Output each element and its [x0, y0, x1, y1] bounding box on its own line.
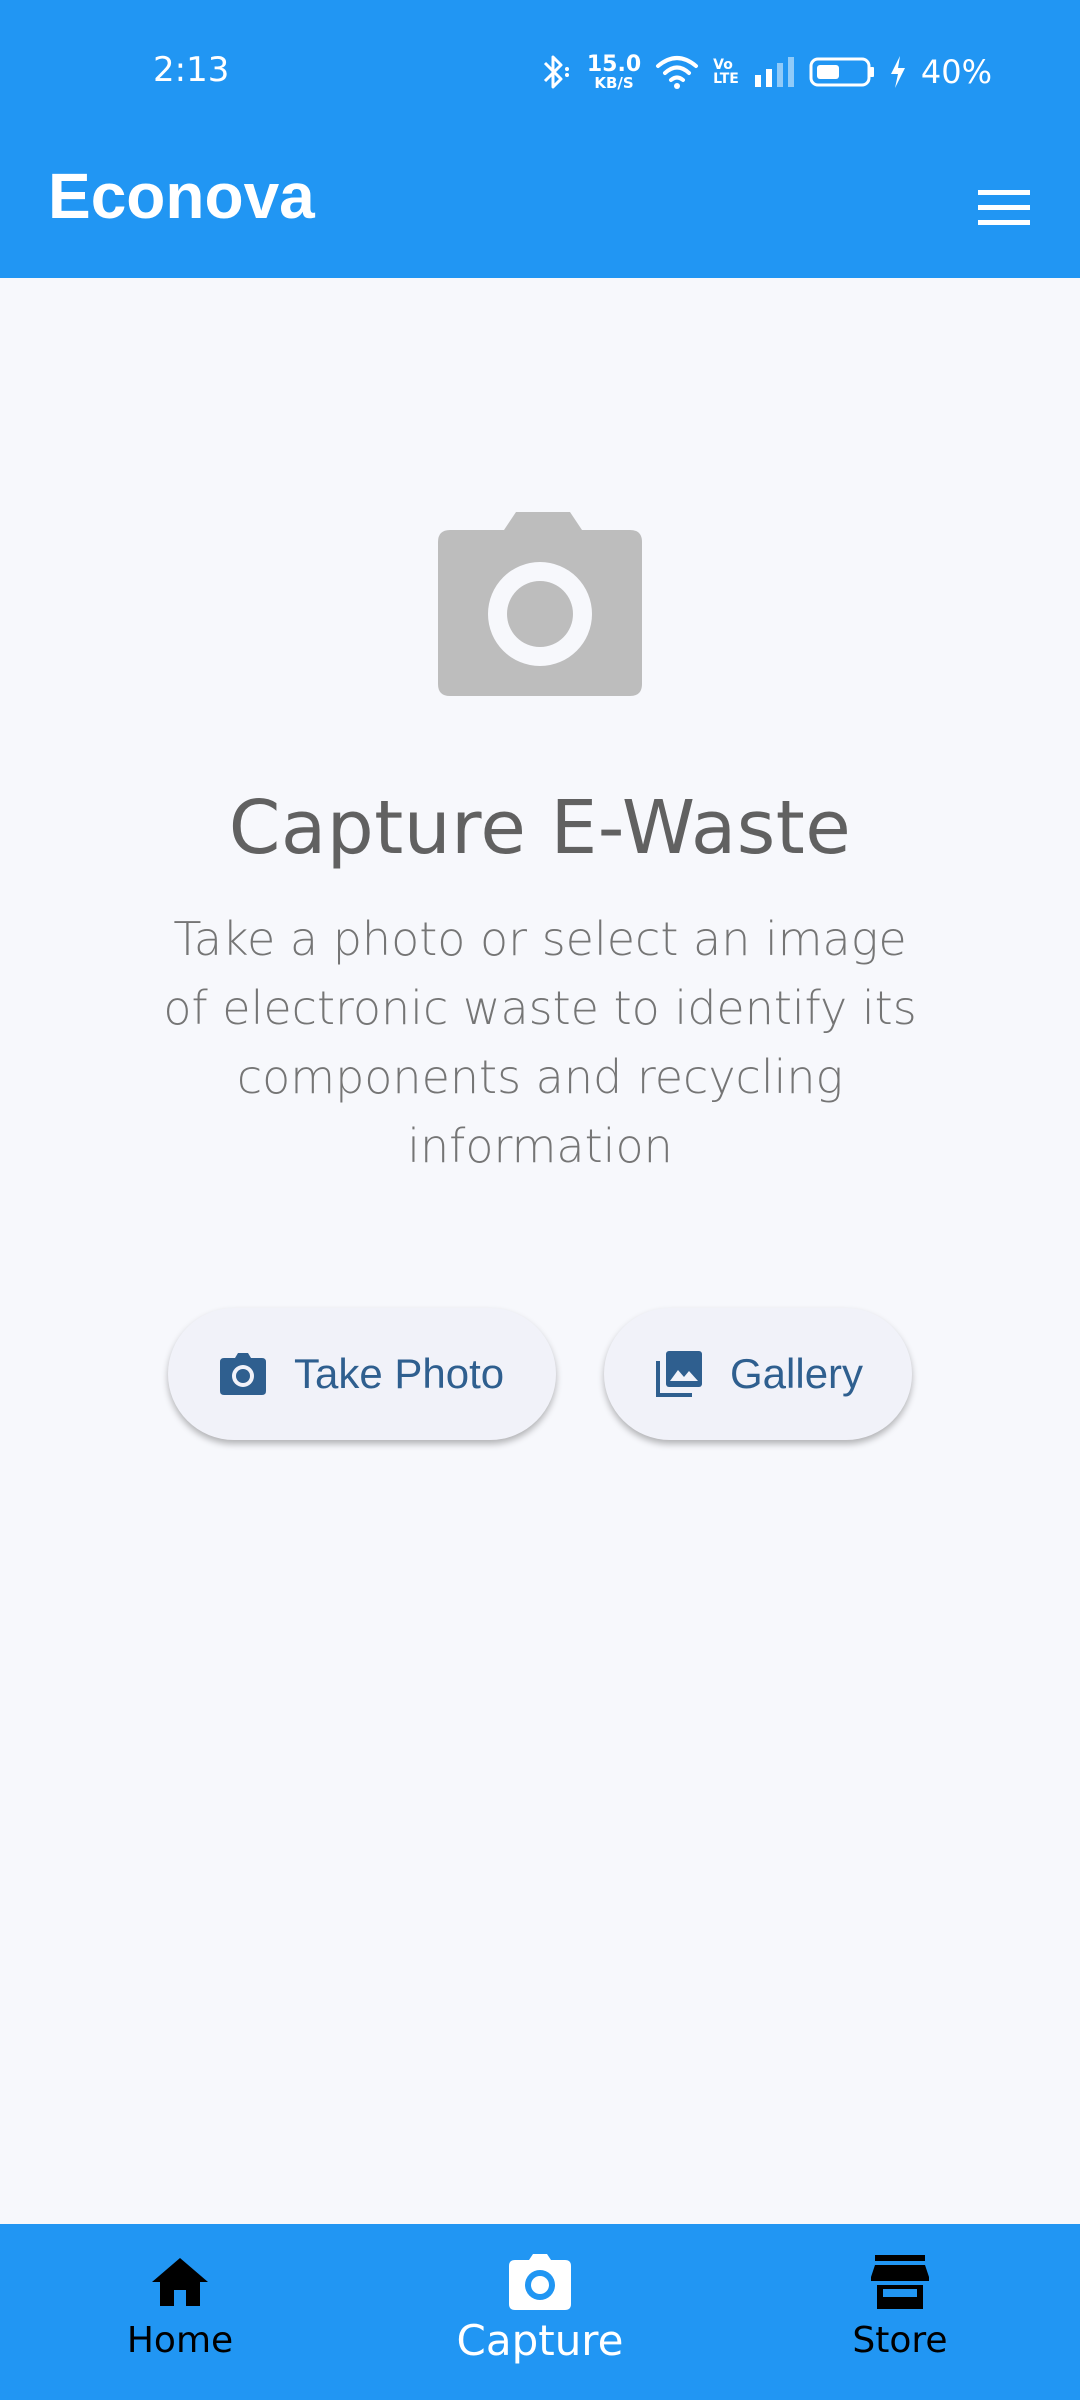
network-speed-value: 15.0	[586, 51, 642, 77]
take-photo-button[interactable]: Take Photo	[168, 1308, 556, 1440]
nav-item-store[interactable]: Store	[720, 2224, 1080, 2400]
network-speed-unit: KB/S	[594, 73, 634, 92]
wifi-icon	[655, 54, 699, 90]
nav-item-home[interactable]: Home	[0, 2224, 360, 2400]
hamburger-menu-icon	[976, 188, 1032, 233]
app-bar: Econova	[0, 140, 1080, 278]
nav-label-store: Store	[852, 2320, 948, 2361]
gallery-button[interactable]: Gallery	[604, 1308, 912, 1440]
volte-bottom-text: LTE	[713, 71, 739, 87]
take-photo-label: Take Photo	[294, 1350, 505, 1397]
volte-indicator: Vo LTE	[713, 58, 739, 86]
page-description: Take a photo or select an image of elect…	[163, 912, 917, 1173]
network-speed: 15.0 KB/S	[586, 51, 642, 92]
camera-icon	[220, 1353, 266, 1395]
camera-icon	[509, 2252, 571, 2312]
bottom-navigation: Home Capture Store	[0, 2224, 1080, 2400]
camera-icon	[436, 510, 644, 698]
status-bar: 2:13 15.0 KB/S Vo LTE 40%	[0, 0, 1080, 140]
photo-library-icon	[656, 1351, 702, 1397]
app-title: Econova	[48, 160, 315, 232]
battery-percent: 40%	[920, 53, 992, 91]
status-time: 2:13	[153, 50, 230, 90]
signal-icon	[753, 57, 795, 87]
nav-label-home: Home	[126, 2320, 234, 2361]
battery-icon	[809, 56, 875, 88]
menu-button[interactable]	[968, 174, 1040, 246]
store-icon	[871, 2252, 929, 2312]
nav-item-capture[interactable]: Capture	[360, 2224, 720, 2400]
status-icons: 15.0 KB/S Vo LTE 40%	[539, 50, 992, 94]
home-icon	[150, 2252, 210, 2312]
charging-icon	[889, 56, 907, 88]
volte-top-text: Vo	[713, 57, 733, 73]
nav-label-capture: Capture	[456, 2316, 624, 2365]
gallery-label: Gallery	[730, 1350, 864, 1397]
page-headline: Capture E-Waste	[228, 785, 852, 871]
bluetooth-icon	[539, 53, 573, 91]
